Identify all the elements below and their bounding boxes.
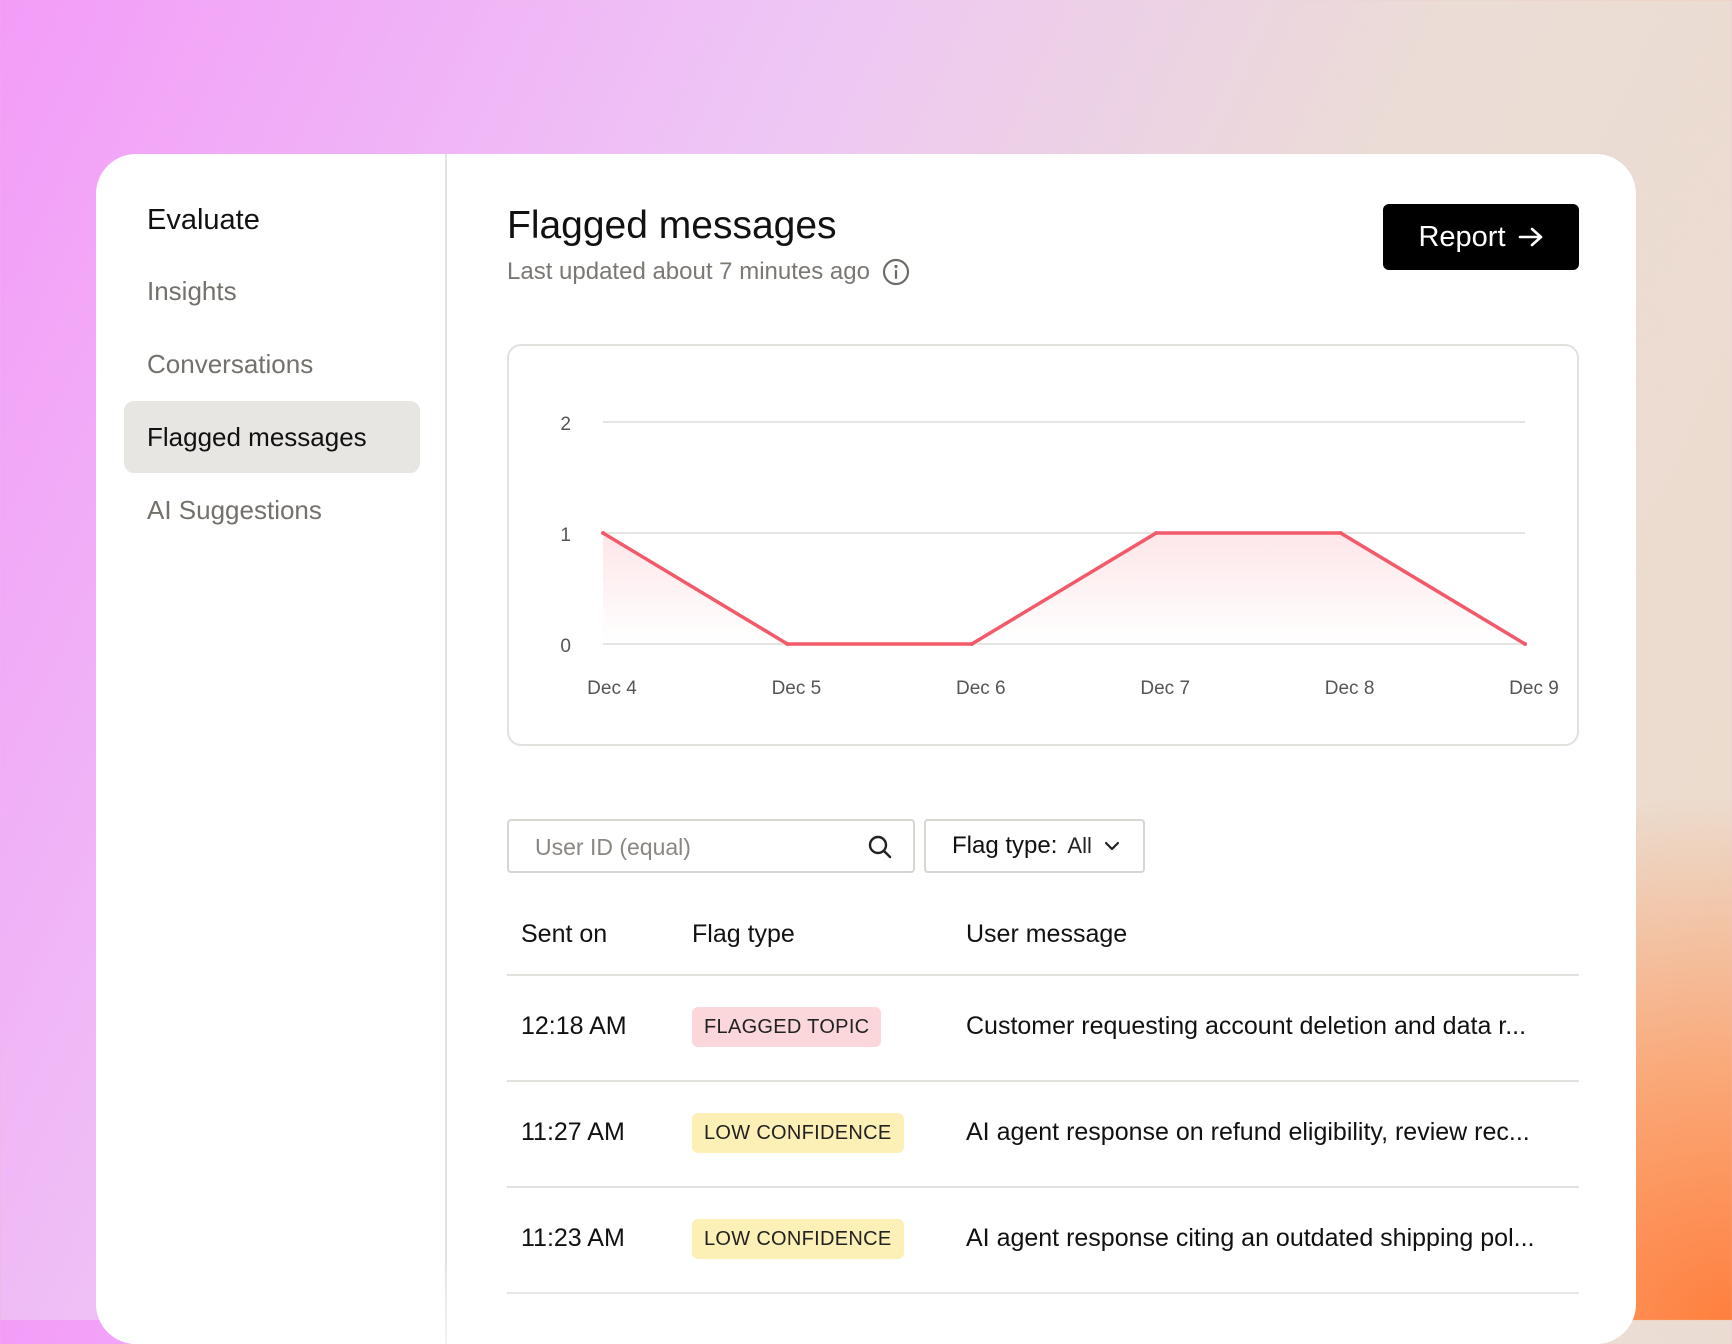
x-tick-label: Dec 6 [956,678,1006,699]
chart-svg: 0 1 2 Dec 4 Dec 5 Dec 6 Dec 7 Dec 8 Dec 9 [560,414,1559,699]
data-point [1523,642,1527,646]
info-icon[interactable] [882,258,910,286]
table-row[interactable]: 12:18 AM FLAGGED TOPIC Customer requesti… [507,976,1579,1082]
x-tick-label: Dec 9 [1509,678,1559,699]
search-icon[interactable] [867,834,893,865]
flag-type-badge: LOW CONFIDENCE [692,1113,904,1153]
sent-on-cell: 11:27 AM [521,1118,625,1146]
user-id-search[interactable] [507,819,915,873]
main-content: Flagged messages Last updated about 7 mi… [447,154,1636,1344]
y-tick-label: 2 [560,414,571,435]
column-header-user-message[interactable]: User message [966,920,1127,949]
report-button[interactable]: Report [1383,204,1579,270]
last-updated-text: Last updated about 7 minutes ago [507,258,870,285]
sidebar-item-flagged-messages[interactable]: Flagged messages [124,401,420,473]
last-updated: Last updated about 7 minutes ago [507,258,910,286]
x-tick-label: Dec 4 [587,678,637,699]
sidebar: Evaluate Insights Conversations Flagged … [96,154,447,1344]
table-row[interactable]: 11:23 AM LOW CONFIDENCE AI agent respons… [507,1188,1579,1294]
flag-type-badge: FLAGGED TOPIC [692,1007,882,1047]
flagged-messages-chart: 0 1 2 Dec 4 Dec 5 Dec 6 Dec 7 Dec 8 Dec 9 [507,344,1579,746]
sidebar-item-conversations[interactable]: Conversations [124,328,420,400]
column-header-sent-on[interactable]: Sent on [521,920,607,949]
flag-type-value: All [1067,833,1092,858]
flag-type-dropdown[interactable]: Flag type: All [924,819,1145,873]
table-row[interactable]: 11:27 AM LOW CONFIDENCE AI agent respons… [507,1082,1579,1188]
y-tick-label: 1 [560,525,571,546]
chevron-down-icon [1104,840,1120,852]
y-tick-label: 0 [560,636,571,657]
sidebar-item-insights[interactable]: Insights [124,255,420,327]
sidebar-item-ai-suggestions[interactable]: AI Suggestions [124,474,420,546]
column-header-flag-type[interactable]: Flag type [692,920,795,949]
data-point [785,642,790,646]
sidebar-title: Evaluate [147,204,260,236]
search-input[interactable] [533,821,857,873]
user-message-cell: AI agent response citing an outdated shi… [966,1224,1535,1252]
app-window: Evaluate Insights Conversations Flagged … [96,154,1636,1344]
flagged-messages-table: Sent on Flag type User message 12:18 AM … [507,904,1579,1294]
data-point [1338,531,1343,535]
user-message-cell: Customer requesting account deletion and… [966,1012,1527,1040]
arrow-right-icon [1518,226,1544,248]
x-tick-label: Dec 8 [1325,678,1375,699]
flag-type-badge: LOW CONFIDENCE [692,1219,904,1259]
data-point [969,642,974,646]
x-tick-label: Dec 7 [1140,678,1190,699]
table-header: Sent on Flag type User message [507,904,1579,976]
page-title: Flagged messages [507,204,837,247]
data-point [1154,531,1159,535]
user-message-cell: AI agent response on refund eligibility,… [966,1118,1530,1146]
report-button-label: Report [1418,220,1506,253]
sent-on-cell: 11:23 AM [521,1224,625,1252]
data-point [601,531,605,535]
sent-on-cell: 12:18 AM [521,1012,627,1040]
x-tick-label: Dec 5 [772,678,822,699]
flag-type-label: Flag type: [952,832,1058,859]
